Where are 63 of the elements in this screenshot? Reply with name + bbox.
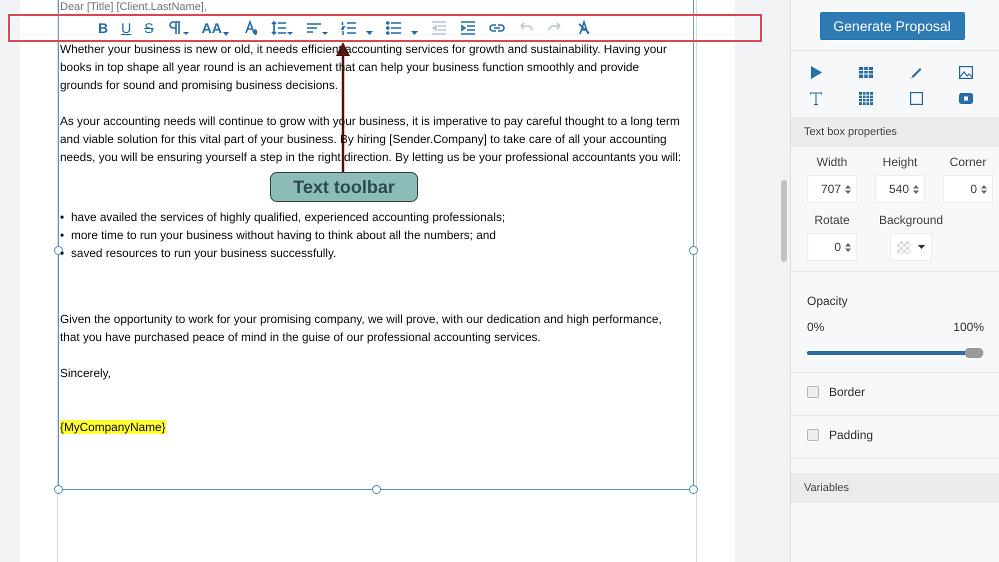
bold-button[interactable]: B <box>98 20 108 36</box>
bullet-list-icon[interactable] <box>386 20 418 36</box>
paragraph-style-icon[interactable] <box>166 20 189 36</box>
section-header: Variables <box>791 473 999 503</box>
section-header: Text box properties <box>791 117 999 147</box>
spinner-arrows-icon[interactable] <box>981 184 987 194</box>
pencil-icon[interactable] <box>909 65 923 79</box>
opacity-label: Opacity <box>807 294 849 308</box>
bullet: • <box>60 245 65 262</box>
field-label: Width <box>816 155 848 169</box>
greeting-text: Dear [Title] [Client.LastName], <box>60 0 207 13</box>
list-item-text: have availed the services of highly qualified, experienced accounting professionals; <box>71 209 506 226</box>
resize-handle[interactable] <box>689 485 698 494</box>
text-tool-icon[interactable] <box>810 92 822 105</box>
field-label: Rotate <box>814 213 850 227</box>
company-name-placeholder: {MyCompanyName} <box>60 420 166 434</box>
rectangle-tool-icon[interactable] <box>910 92 922 105</box>
number-field[interactable]: 540 <box>875 175 925 203</box>
callout-label: Text toolbar <box>270 172 418 202</box>
number-field[interactable]: 0 <box>807 233 857 261</box>
resize-handle[interactable] <box>372 485 381 494</box>
spinner-arrows-icon[interactable] <box>913 184 919 194</box>
list-item-text: more time to run your business without having to think about all the numbers; and <box>71 227 496 244</box>
align-left-icon[interactable] <box>306 20 328 36</box>
font-size-button[interactable]: AA <box>202 20 229 36</box>
resize-handle[interactable] <box>54 485 63 494</box>
generate-proposal-button[interactable]: Generate Proposal <box>820 12 964 40</box>
clear-format-icon[interactable] <box>576 20 592 36</box>
checkbox-label: Border <box>829 385 866 399</box>
line-height-icon[interactable] <box>270 20 293 36</box>
resize-handle[interactable] <box>689 246 698 255</box>
underline-button[interactable]: U <box>121 20 132 36</box>
table-tool-icon[interactable] <box>859 66 873 78</box>
checkbox-label: Padding <box>829 428 874 442</box>
number-field[interactable]: 0 <box>943 175 993 203</box>
resize-handle[interactable] <box>54 246 63 255</box>
grid-tool-icon[interactable] <box>859 92 873 105</box>
slider-max-label: 100% <box>953 320 984 334</box>
video-tool-icon[interactable] <box>959 93 973 104</box>
bullet: • <box>60 209 65 226</box>
number-field[interactable]: 707 <box>807 175 857 203</box>
indent-icon[interactable] <box>460 20 476 36</box>
spinner-arrows-icon[interactable] <box>845 184 851 194</box>
slider-min-label: 0% <box>807 320 824 334</box>
bullet: • <box>60 227 65 244</box>
opacity-slider[interactable] <box>807 348 984 358</box>
list-item-text: saved resources to run your business successfully. <box>71 245 336 262</box>
paragraph: Given the opportunity to work for your promising company, we will prove, with our dedication and high performance, that you have purchased peace of mind in the guise of our professional accounting services. <box>60 311 663 346</box>
field-label: Background <box>879 213 944 227</box>
numbered-list-icon[interactable] <box>340 20 373 36</box>
transparent-swatch-icon <box>897 240 910 254</box>
caret-icon[interactable] <box>918 245 926 249</box>
checkbox[interactable] <box>807 386 819 398</box>
pointer-tool-icon[interactable] <box>810 66 822 78</box>
image-tool-icon[interactable] <box>959 66 973 78</box>
field-label: Height <box>882 155 918 169</box>
background-color-picker[interactable] <box>890 233 932 261</box>
spinner-arrows-icon[interactable] <box>845 242 851 252</box>
strikethrough-button[interactable]: S <box>144 20 154 36</box>
paragraph: Sincerely, <box>60 365 112 382</box>
scrollbar-thumb[interactable] <box>781 180 787 262</box>
field-label: Corner <box>950 155 986 169</box>
checkbox[interactable] <box>807 429 819 441</box>
